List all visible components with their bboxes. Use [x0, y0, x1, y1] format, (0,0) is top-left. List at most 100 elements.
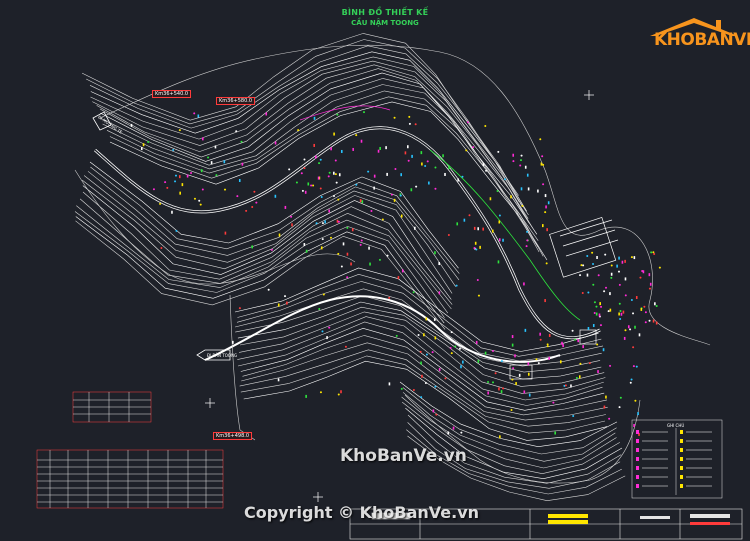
survey-point-symbol: [346, 276, 349, 279]
survey-point-symbol: [616, 264, 618, 268]
survey-point-symbol: [644, 321, 647, 324]
survey-point-symbol: [524, 165, 527, 169]
survey-point-symbol: [521, 204, 524, 207]
survey-point-symbol: [447, 431, 450, 435]
survey-point-symbol: [596, 343, 599, 346]
survey-point-symbol: [548, 333, 551, 337]
survey-point-symbol: [512, 153, 515, 157]
survey-point-symbol: [434, 385, 437, 388]
survey-point-symbol: [337, 252, 340, 255]
survey-point-symbol: [393, 116, 396, 119]
survey-point-symbol: [582, 345, 584, 349]
survey-point-symbol: [564, 384, 567, 387]
survey-point-symbol: [644, 311, 647, 314]
station-tag: Km36+540.0: [152, 90, 192, 98]
survey-point-symbol: [494, 372, 497, 375]
survey-point-symbol: [178, 175, 181, 179]
survey-point-symbol: [394, 167, 397, 170]
survey-point-symbol: [487, 391, 489, 395]
survey-point-symbol: [618, 312, 620, 316]
survey-point-symbol: [190, 171, 193, 174]
survey-point-symbol: [438, 368, 441, 372]
survey-point-symbol: [587, 326, 590, 330]
contour-line: [90, 166, 460, 274]
survey-point-symbol: [648, 287, 651, 290]
survey-point-symbol: [303, 167, 306, 170]
survey-point-symbol: [500, 360, 503, 363]
survey-point-symbol: [399, 194, 402, 197]
survey-point-symbol: [632, 365, 635, 368]
survey-point-symbol: [444, 172, 446, 176]
legend-symbol: [636, 457, 639, 461]
survey-point-symbol: [539, 338, 542, 341]
survey-point-symbol: [368, 246, 370, 250]
survey-point-symbol: [334, 159, 337, 162]
survey-point-symbol: [458, 347, 461, 350]
survey-point-symbol: [544, 211, 547, 214]
survey-point-symbol: [315, 155, 317, 159]
survey-point-symbol: [373, 174, 376, 178]
survey-point-symbol: [360, 139, 363, 143]
survey-point-symbol: [448, 166, 450, 170]
survey-point-symbol: [596, 256, 598, 260]
survey-point-symbol: [328, 209, 330, 213]
survey-point-symbol: [558, 354, 561, 357]
survey-point-symbol: [577, 339, 580, 343]
survey-point-symbol: [633, 256, 636, 260]
survey-point-symbol: [421, 162, 423, 166]
survey-point-symbol: [232, 340, 234, 344]
survey-point-symbol: [640, 307, 643, 311]
survey-point-symbol: [274, 194, 277, 198]
survey-point-symbol: [476, 278, 479, 281]
survey-point-symbol: [484, 351, 487, 355]
survey-point-symbol: [193, 112, 196, 115]
survey-point-symbol: [142, 143, 145, 147]
survey-point-symbol: [623, 336, 626, 340]
survey-point-symbol: [523, 282, 525, 286]
survey-point-symbol: [618, 256, 620, 260]
survey-point-symbol: [638, 333, 641, 337]
survey-point-symbol: [400, 173, 402, 177]
survey-point-symbol: [321, 222, 324, 225]
survey-point-symbol: [617, 270, 620, 273]
road-alignment: [94, 105, 601, 363]
survey-point-symbol: [241, 162, 244, 166]
legend-symbol: [680, 448, 683, 452]
survey-point-symbol: [147, 141, 150, 144]
survey-point-symbol: [498, 214, 501, 217]
survey-point-symbol: [337, 220, 340, 223]
survey-point-symbol: [447, 233, 450, 236]
survey-point-symbol: [401, 269, 404, 273]
survey-point-symbol: [431, 351, 434, 354]
survey-point-symbol: [181, 183, 184, 187]
survey-point-symbol: [519, 164, 522, 167]
direction-label: ĐI BẢN TOONG: [207, 353, 238, 358]
survey-point-symbol: [630, 298, 633, 301]
survey-point-symbol: [359, 243, 362, 246]
survey-point-symbol: [300, 172, 303, 175]
survey-point-symbol: [587, 291, 590, 294]
survey-point-symbol: [355, 183, 358, 186]
contour-line: [109, 96, 544, 257]
survey-point-symbol: [407, 159, 410, 162]
survey-point-symbol: [342, 242, 345, 246]
contour-line: [405, 407, 623, 480]
survey-point-symbol: [635, 365, 638, 368]
survey-point-symbol: [579, 274, 582, 277]
survey-point-symbol: [619, 396, 622, 399]
legend-symbol: [680, 457, 683, 461]
survey-point-symbol: [541, 155, 544, 158]
survey-point-symbol: [415, 185, 418, 188]
survey-point-symbol: [290, 215, 293, 218]
survey-point-symbol: [475, 340, 478, 344]
survey-point-symbol: [597, 370, 599, 374]
survey-point-symbol: [610, 272, 613, 276]
drawing-title: BÌNH ĐỒ THIẾT KẾ CẦU NẬM TOONG: [330, 8, 440, 27]
survey-point-symbol: [498, 220, 501, 224]
contour-line: [239, 311, 606, 394]
survey-point-symbol: [650, 251, 653, 254]
survey-point-symbol: [655, 304, 658, 307]
survey-point-symbol: [457, 178, 460, 182]
direction-arrows: [92, 111, 231, 361]
logo-text: KHOBANVE: [654, 30, 750, 50]
